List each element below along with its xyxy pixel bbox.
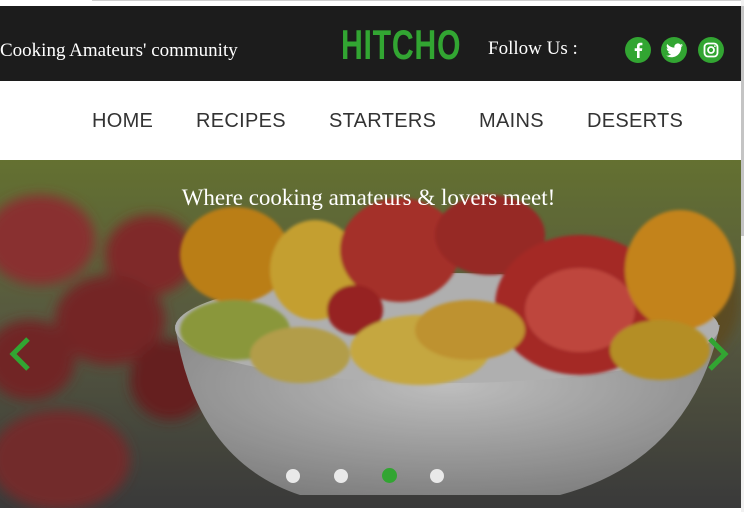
fruit-bowl-image (0, 160, 741, 508)
follow-label: Follow Us : (488, 38, 578, 59)
top-bar: Cooking Amateurs' community HITCHO Follo… (0, 6, 741, 81)
nav-recipes[interactable]: RECIPES (196, 110, 286, 133)
nav-deserts[interactable]: DESERTS (587, 110, 683, 133)
nav-mains[interactable]: MAINS (479, 110, 544, 133)
carousel-next-button[interactable] (706, 336, 730, 377)
facebook-link[interactable] (625, 37, 651, 63)
carousel-indicator-1[interactable] (286, 469, 300, 483)
main-nav: HOME RECIPES STARTERS MAINS DESERTS (0, 81, 741, 161)
carousel-indicator-3[interactable] (382, 468, 397, 483)
bottom-strip (0, 508, 744, 512)
chevron-left-icon (9, 337, 30, 371)
nav-starters[interactable]: STARTERS (329, 110, 436, 133)
carousel-indicator-4[interactable] (430, 469, 444, 483)
top-edge-line (92, 0, 744, 1)
nav-home[interactable]: HOME (92, 110, 153, 133)
facebook-icon (634, 42, 643, 58)
chevron-right-icon (708, 337, 729, 371)
instagram-link[interactable] (698, 37, 724, 63)
twitter-icon (665, 43, 683, 57)
carousel-prev-button[interactable] (8, 336, 32, 377)
instagram-icon (703, 42, 719, 58)
carousel-indicator-2[interactable] (334, 469, 348, 483)
logo[interactable]: HITCHO (341, 20, 461, 70)
hero-carousel: Where cooking amateurs & lovers meet! (0, 160, 741, 508)
twitter-link[interactable] (661, 37, 687, 63)
tagline: Cooking Amateurs' community (0, 40, 238, 61)
carousel-caption: Where cooking amateurs & lovers meet! (181, 185, 556, 210)
